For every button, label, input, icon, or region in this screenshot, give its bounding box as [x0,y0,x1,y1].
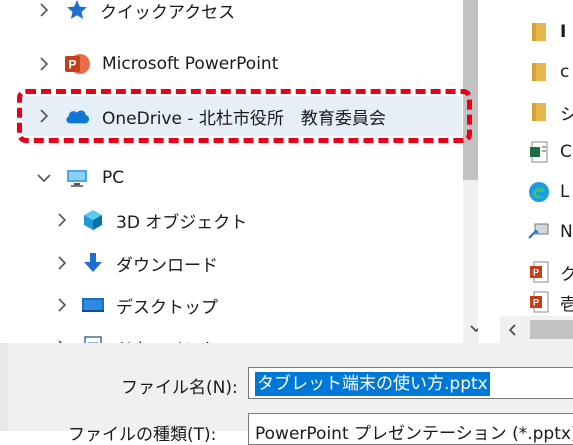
file-item[interactable]: L [528,177,569,207]
file-item[interactable]: I [528,17,566,47]
filetype-select[interactable]: PowerPoint プレゼンテーション (*.pptx) [248,413,573,445]
tree-item-downloads[interactable]: ダウンロード [0,243,470,283]
chevron-right-icon[interactable] [50,251,74,275]
highlight-annotation-box [17,89,472,143]
filename-input[interactable]: タブレット端末の使い方.pptx [248,367,573,399]
file-item[interactable]: P ク [528,257,573,287]
folder-icon [528,61,550,83]
tree-item-label: デスクトップ [116,297,218,318]
window-edge [0,343,8,431]
powerpoint-icon: P [64,51,90,77]
file-item-label: N [560,222,573,242]
tree-item-documents[interactable]: ドキュメント [0,327,470,343]
file-list-horizontal-scrollbar[interactable] [500,316,573,343]
file-item-label: c [560,62,570,82]
tree-item-label: 3D オブジェクト [116,212,248,233]
file-item-label: I [560,22,567,42]
desktop-icon [80,292,106,318]
navigation-pane: クイックアクセス P Microsoft PowerPoint OneDrive… [0,0,478,343]
file-item[interactable]: N [528,217,573,247]
chevron-down-icon[interactable] [32,166,56,190]
tree-item-label: Microsoft PowerPoint [102,54,279,74]
documents-icon [80,334,106,343]
scroll-left-arrow-icon[interactable] [500,316,526,343]
spreadsheet-shortcut-icon [528,141,550,163]
tree-item-label: ドキュメント [116,335,218,344]
chevron-right-icon[interactable] [32,52,56,76]
chevron-right-icon[interactable] [50,208,74,232]
chevron-right-icon[interactable] [50,335,74,343]
file-list-pane: I c シ C L N P ク P 壱 [500,0,573,343]
3d-objects-icon [80,207,106,233]
tree-item-desktop[interactable]: デスクトップ [0,285,470,325]
tree-item-3d-objects[interactable]: 3D オブジェクト [0,200,470,240]
folder-icon [528,21,550,43]
pc-icon [64,165,90,191]
chevron-right-icon[interactable] [50,293,74,317]
file-item[interactable]: C [528,137,572,167]
filetype-label: ファイルの種類(T): [68,425,217,445]
network-shortcut-icon [528,221,550,243]
scroll-down-arrow-icon[interactable] [463,316,478,342]
tree-item-label: PC [102,168,125,188]
svg-text:P: P [533,298,539,308]
tree-item-label: ダウンロード [116,255,218,276]
filename-value: タブレット端末の使い方.pptx [255,372,490,396]
scrollbar-thumb[interactable] [530,320,573,339]
file-item-label: 壱 [560,294,573,315]
edge-shortcut-icon [528,181,550,203]
file-item[interactable]: P 壱 [528,287,573,317]
star-icon [64,0,90,23]
save-options-panel: ファイル名(N): タブレット端末の使い方.pptx ファイルの種類(T): P… [0,343,573,445]
file-item-label: L [560,182,570,202]
chevron-right-icon[interactable] [32,0,56,22]
tree-vertical-scrollbar[interactable] [463,0,478,343]
tree-item-microsoft-powerpoint[interactable]: P Microsoft PowerPoint [0,44,470,84]
svg-text:P: P [68,58,76,72]
file-item[interactable]: シ [528,97,573,127]
folder-icon [528,101,550,123]
tree-item-pc[interactable]: PC [0,158,470,198]
file-item[interactable]: c [528,57,569,87]
file-item-label: C [560,142,572,162]
download-arrow-icon [80,250,106,276]
filename-label: ファイル名(N): [121,378,238,398]
tree-item-quick-access[interactable]: クイックアクセス [0,0,470,30]
tree-item-label: クイックアクセス [100,2,236,23]
pptx-file-icon: P [528,291,550,313]
svg-text:P: P [533,268,539,278]
filetype-value: PowerPoint プレゼンテーション (*.pptx) [255,424,573,444]
file-item-label: シ [560,104,573,125]
file-item-label: ク [560,264,573,285]
pptx-file-icon: P [528,261,550,283]
